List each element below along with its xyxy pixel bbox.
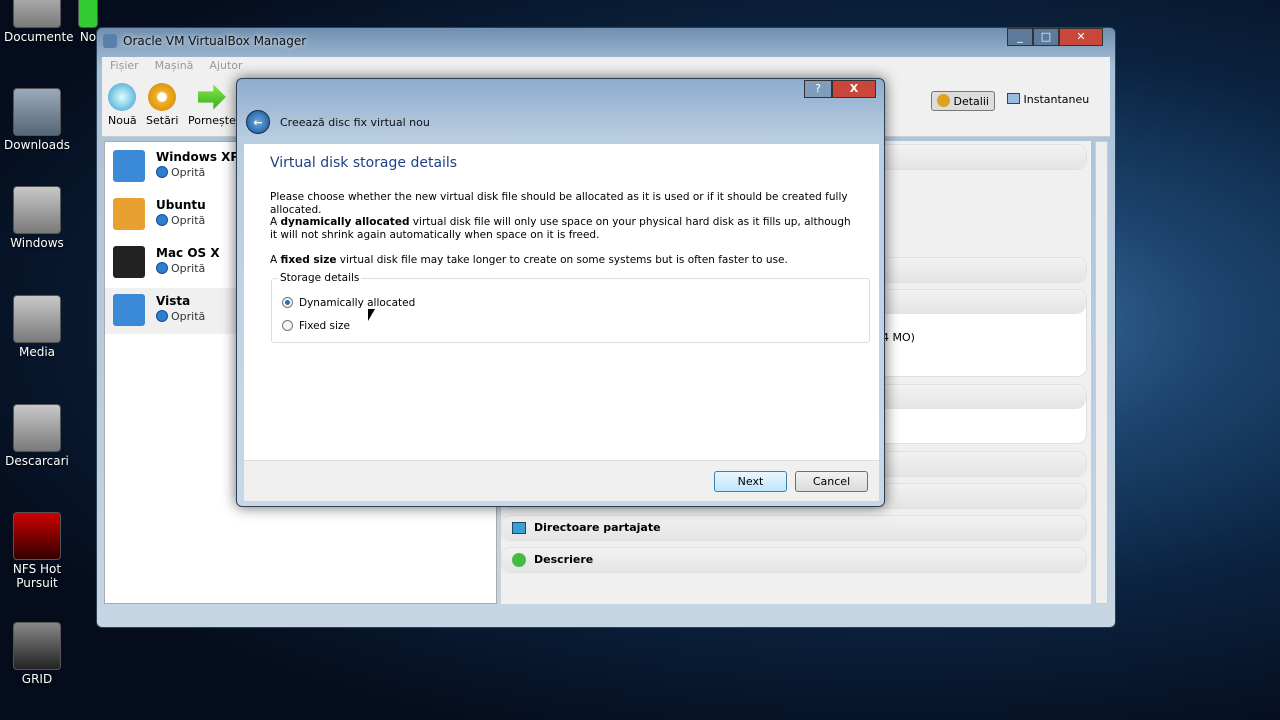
folder-icon (13, 88, 61, 136)
help-button[interactable]: ? (804, 80, 832, 98)
settings-button[interactable]: Setări (146, 83, 178, 127)
dialog-close-button[interactable]: X (832, 80, 876, 98)
details-scrollbar[interactable] (1095, 141, 1108, 604)
maximize-button[interactable]: □ (1033, 28, 1059, 46)
folder-icon (13, 0, 61, 28)
menu-bar: Fișier Mașină Ajutor (102, 57, 1110, 75)
close-button[interactable]: ✕ (1059, 28, 1103, 46)
vm-name: Vista (156, 294, 191, 308)
menu-fisier[interactable]: Fișier (102, 57, 147, 74)
desktop-icon-downloads[interactable]: Downloads (4, 88, 70, 152)
storage-details-group: Storage details Dynamically allocated Fi… (271, 272, 870, 343)
desktop-icon-media[interactable]: Media (4, 295, 70, 359)
fixed-size-radio[interactable]: Fixed size (282, 320, 350, 332)
memory-text: 4 MO) (882, 331, 915, 344)
desktop-icon-nfs[interactable]: NFS Hot Pursuit (4, 512, 70, 590)
dialog-footer: Next Cancel (244, 460, 879, 501)
menu-masina[interactable]: Mașină (147, 57, 202, 74)
mouse-cursor-icon (368, 309, 375, 321)
os-logo-icon (113, 198, 145, 230)
dialog-title: Creează disc fix virtual nou (280, 116, 430, 129)
description-header[interactable]: Descriere (502, 548, 1086, 572)
vm-name: Mac OS X (156, 246, 220, 260)
dialog-content: Virtual disk storage details Please choo… (244, 144, 879, 460)
dynamic-description: A dynamically allocated virtual disk fil… (270, 216, 851, 241)
vm-state: Oprită (156, 166, 205, 179)
start-arrow-icon (197, 84, 226, 110)
next-button[interactable]: Next (714, 471, 787, 492)
os-logo-icon (113, 246, 145, 278)
gear-icon (148, 83, 177, 111)
new-icon (108, 83, 137, 111)
intro-text: Please choose whether the new virtual di… (270, 191, 848, 216)
vm-state: Oprită (156, 262, 205, 275)
drive-icon (13, 404, 61, 452)
folder-icon (512, 522, 526, 534)
os-logo-icon (113, 150, 145, 182)
os-logo-icon (113, 294, 145, 326)
power-off-icon (156, 214, 168, 226)
vm-state: Oprită (156, 214, 205, 227)
power-off-icon (156, 310, 168, 322)
virtualbox-icon (103, 34, 117, 48)
camera-icon (1007, 93, 1020, 104)
desktop-icon-grid[interactable]: GRID (4, 622, 70, 686)
page-heading: Virtual disk storage details (270, 155, 458, 171)
create-virtual-disk-dialog: ? X ← Creează disc fix virtual nou Virtu… (236, 78, 885, 507)
fixed-description: A fixed size virtual disk file may take … (270, 254, 788, 266)
group-label: Storage details (278, 272, 362, 284)
cancel-button[interactable]: Cancel (795, 471, 868, 492)
desktop-icon-windows[interactable]: Windows (4, 186, 70, 250)
shared-folders-section: Directoare partajate (501, 515, 1087, 541)
shared-folders-header[interactable]: Directoare partajate (502, 516, 1086, 540)
drive-icon (13, 186, 61, 234)
nfs-game-icon (13, 512, 61, 560)
dynamically-allocated-radio[interactable]: Dynamically allocated (282, 297, 415, 309)
start-button[interactable]: Pornește (188, 83, 236, 127)
back-button[interactable]: ← (246, 110, 270, 134)
speech-bubble-icon (512, 553, 526, 567)
drive-icon (13, 295, 61, 343)
description-section: Descriere (501, 547, 1087, 573)
grid-game-icon (13, 622, 61, 670)
snapshot-view-button[interactable]: Instantaneu (1003, 93, 1093, 106)
radio-selected (282, 297, 293, 308)
window-title: Oracle VM VirtualBox Manager (123, 34, 307, 48)
radio-unselected (282, 320, 293, 331)
menu-ajutor[interactable]: Ajutor (201, 57, 250, 74)
power-off-icon (156, 262, 168, 274)
vm-name: Windows XP (156, 150, 240, 164)
desktop-icon-descarcari[interactable]: Descarcari (4, 404, 70, 468)
gear-icon (937, 94, 950, 107)
vm-state: Oprită (156, 310, 205, 323)
minimize-button[interactable]: _ (1007, 28, 1033, 46)
details-view-button[interactable]: Detalii (931, 91, 995, 111)
vm-name: Ubuntu (156, 198, 206, 212)
desktop-icon-documente[interactable]: Documente (4, 0, 74, 44)
power-off-icon (156, 166, 168, 178)
new-vm-button[interactable]: Nouă (108, 83, 137, 127)
app-icon (78, 0, 98, 28)
